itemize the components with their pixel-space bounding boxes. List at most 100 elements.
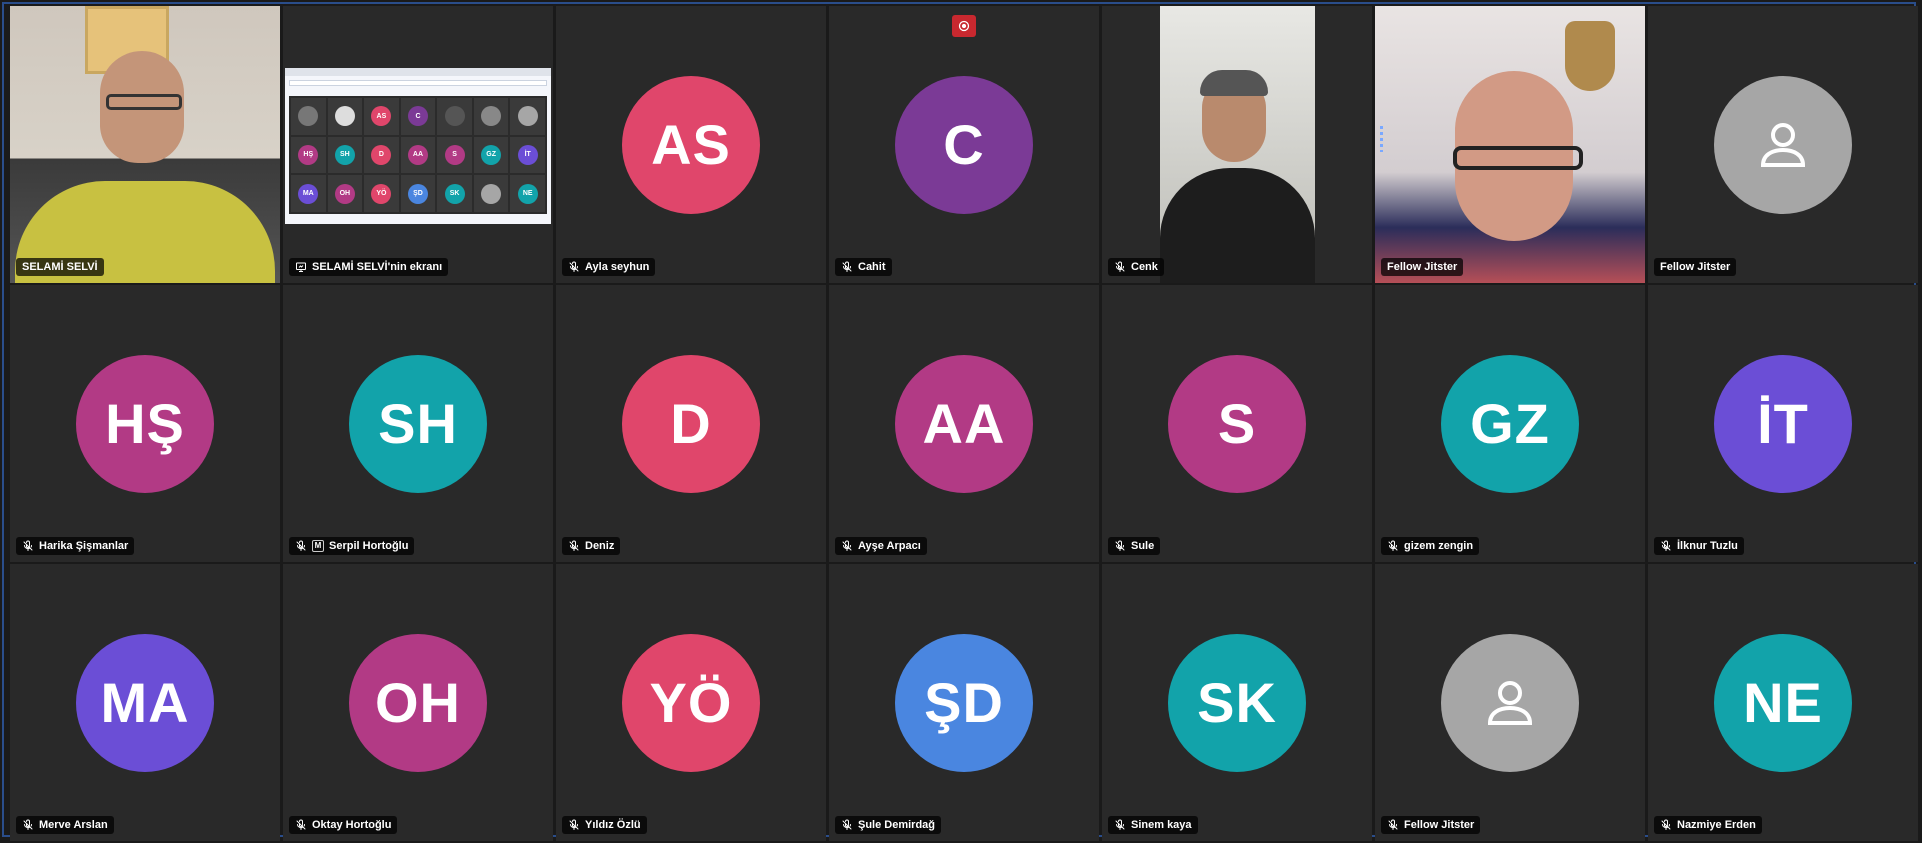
share-thumb-tile: AA (400, 136, 436, 174)
participant-tile[interactable]: MA Merve Arslan (10, 564, 280, 841)
share-thumb-tile: GZ (473, 136, 509, 174)
name-tag: SELAMİ SELVİ'nin ekranı (289, 258, 449, 276)
participant-name: Nazmiye Erden (1677, 819, 1756, 831)
share-thumb-avatar: S (444, 144, 465, 165)
mic-off-icon (295, 540, 307, 552)
person-placeholder-icon (1480, 673, 1540, 733)
participant-name: Merve Arslan (39, 819, 108, 831)
name-tag: Yıldız Özlü (562, 816, 647, 834)
share-thumb-tile: MA (291, 175, 326, 212)
name-tag: gizem zengin (1381, 537, 1480, 555)
lamp-image (1565, 21, 1615, 91)
participant-avatar: GZ (1441, 354, 1579, 493)
record-button[interactable] (952, 15, 976, 37)
participant-avatar: YÖ (622, 633, 760, 772)
share-thumb-avatar: İT (517, 144, 538, 165)
name-tag: Nazmiye Erden (1654, 816, 1762, 834)
share-thumb-tile: İT (510, 136, 545, 174)
participant-name: Şule Demirdağ (858, 819, 936, 831)
share-thumb-avatar: HŞ (298, 144, 319, 165)
share-thumb-tile (473, 98, 509, 135)
participant-tile[interactable]: AS C HŞ SH D AA S GZ İT MA OH YÖ ŞD SK NE SELAMİ SELVİ'… (283, 6, 553, 283)
participant-tile[interactable]: D Deniz (556, 285, 826, 562)
shared-grid-preview: AS C HŞ SH D AA S GZ İT MA OH YÖ ŞD SK NE (289, 96, 547, 214)
mic-off-icon (295, 819, 307, 831)
mic-off-icon (1114, 540, 1126, 552)
participant-tile[interactable]: Fellow Jitster (1648, 6, 1918, 283)
share-thumb-avatar: AS (371, 106, 392, 127)
participant-tile[interactable]: Cenk (1102, 6, 1372, 283)
share-thumb-avatar (334, 106, 355, 127)
participant-tile[interactable]: SH M Serpil Hortoğlu (283, 285, 553, 562)
conference-window: SELAMİ SELVİ AS C HŞ SH D AA S GZ İT MA OH YÖ ŞD SK NE S… (2, 2, 1918, 841)
camera-feed (10, 6, 280, 283)
participant-tile[interactable]: OH Oktay Hortoğlu (283, 564, 553, 841)
mic-off-icon (568, 819, 580, 831)
mic-off-icon (841, 819, 853, 831)
mic-off-icon (1387, 540, 1399, 552)
participant-tile[interactable]: SK Sinem kaya (1102, 564, 1372, 841)
share-thumb-tile: SH (327, 136, 363, 174)
participant-avatar: SK (1168, 633, 1306, 772)
participant-tile[interactable]: AA Ayşe Arpacı (829, 285, 1099, 562)
name-tag: Ayla seyhun (562, 258, 656, 276)
participant-avatar: HŞ (76, 354, 214, 493)
name-tag: Merve Arslan (16, 816, 114, 834)
participant-tile[interactable]: SELAMİ SELVİ (10, 6, 280, 283)
participant-name: Fellow Jitster (1404, 819, 1475, 831)
share-thumb-avatar: NE (517, 183, 538, 204)
participant-grid: SELAMİ SELVİ AS C HŞ SH D AA S GZ İT MA OH YÖ ŞD SK NE S… (10, 6, 1918, 841)
participant-tile[interactable]: NE Nazmiye Erden (1648, 564, 1918, 841)
participant-avatar: C (895, 75, 1033, 214)
camera-feed (1160, 6, 1315, 283)
name-tag: İlknur Tuzlu (1654, 537, 1744, 555)
participant-tile[interactable]: AS Ayla seyhun (556, 6, 826, 283)
name-tag: Sule (1108, 537, 1161, 555)
mic-off-icon (1660, 819, 1672, 831)
mic-off-icon (22, 540, 34, 552)
participant-name: Fellow Jitster (1660, 261, 1731, 273)
mic-off-icon (568, 261, 580, 273)
participant-avatar (1441, 633, 1579, 772)
share-thumb-tile: SK (437, 175, 472, 212)
screen-share-content[interactable]: AS C HŞ SH D AA S GZ İT MA OH YÖ ŞD SK NE (285, 68, 551, 224)
participant-name: Ayla seyhun (585, 261, 650, 273)
participant-tile[interactable]: ŞD Şule Demirdağ (829, 564, 1099, 841)
participant-tile[interactable]: C Cahit (829, 6, 1099, 283)
name-tag: Fellow Jitster (1381, 258, 1464, 276)
share-thumb-avatar: SH (334, 144, 355, 165)
mic-off-icon (841, 540, 853, 552)
participant-avatar: AS (622, 75, 760, 214)
mic-off-icon (1387, 819, 1399, 831)
mic-off-icon (568, 540, 580, 552)
participant-name: Ayşe Arpacı (858, 540, 921, 552)
participant-tile[interactable]: GZ gizem zengin (1375, 285, 1645, 562)
share-thumb-avatar (517, 106, 538, 127)
name-tag: Fellow Jitster (1381, 816, 1481, 834)
participant-tile[interactable]: Fellow Jitster (1375, 564, 1645, 841)
glasses-image (1453, 146, 1583, 170)
share-thumb-avatar (298, 106, 319, 127)
camera-feed (1375, 6, 1645, 283)
participant-tile[interactable]: Fellow Jitster (1375, 6, 1645, 283)
participant-tile[interactable]: YÖ Yıldız Özlü (556, 564, 826, 841)
participant-name: SELAMİ SELVİ'nin ekranı (312, 261, 443, 273)
drag-handle[interactable] (1380, 126, 1383, 152)
mic-off-icon (1660, 540, 1672, 552)
participant-name: Yıldız Özlü (585, 819, 641, 831)
share-thumb-tile: C (400, 98, 436, 135)
participant-tile[interactable]: S Sule (1102, 285, 1372, 562)
share-thumb-tile: HŞ (291, 136, 326, 174)
participant-name: Serpil Hortoğlu (329, 540, 409, 552)
share-thumb-tile: YÖ (364, 175, 399, 212)
share-thumb-avatar (444, 106, 465, 127)
share-thumb-tile: D (364, 136, 399, 174)
participant-tile[interactable]: HŞ Harika Şişmanlar (10, 285, 280, 562)
mic-off-icon (841, 261, 853, 273)
share-thumb-tile (291, 98, 326, 135)
participant-name: Cahit (858, 261, 886, 273)
participant-name: Oktay Hortoğlu (312, 819, 392, 831)
hair-image (1200, 70, 1268, 96)
participant-tile[interactable]: İT İlknur Tuzlu (1648, 285, 1918, 562)
moderator-badge: M (312, 540, 324, 552)
